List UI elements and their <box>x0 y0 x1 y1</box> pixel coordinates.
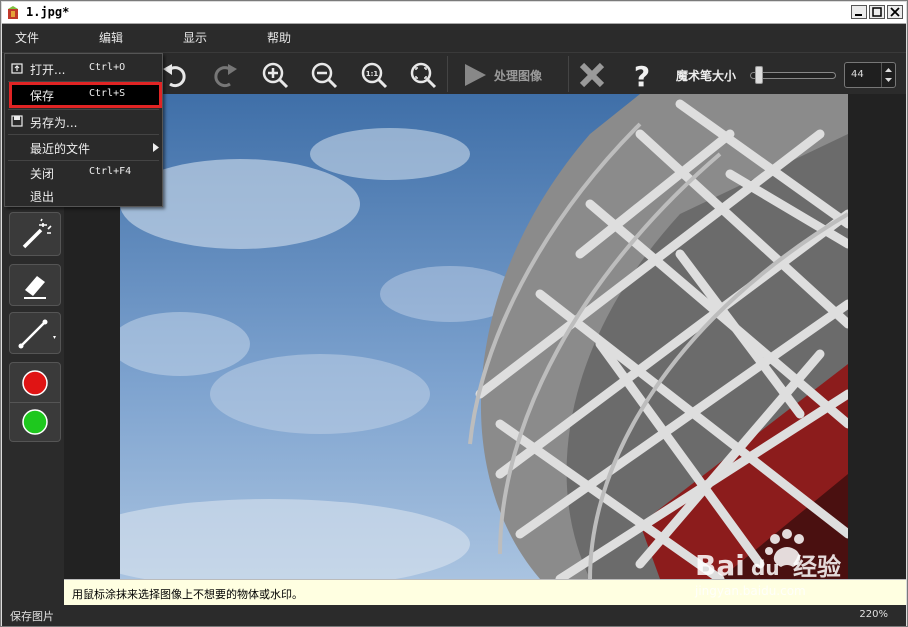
green-marker-icon[interactable] <box>11 404 59 440</box>
menu-view[interactable]: 显示 <box>183 29 207 47</box>
marker-tools <box>9 362 61 442</box>
menu-item-shortcut: Ctrl+O <box>89 62 126 73</box>
magic-wand-icon <box>22 218 52 249</box>
app-icon <box>8 6 18 19</box>
menu-item-label: 关闭 <box>30 167 55 181</box>
menu-item-shortcut: Ctrl+F4 <box>89 166 132 177</box>
maximize-button[interactable] <box>869 5 885 19</box>
maximize-icon <box>872 7 882 17</box>
svg-text:jingyan.baidu.com: jingyan.baidu.com <box>694 584 806 598</box>
close-icon <box>890 7 900 17</box>
zoom-level: 220% <box>859 609 888 620</box>
eraser-tool[interactable] <box>9 264 61 306</box>
redo-icon[interactable] <box>210 60 240 90</box>
fit-screen-icon[interactable] <box>408 60 438 90</box>
play-icon[interactable] <box>460 60 490 90</box>
open-icon <box>11 63 23 74</box>
menu-file[interactable]: 文件 <box>15 29 39 47</box>
help-icon[interactable]: ? <box>627 60 657 90</box>
svg-text:?: ? <box>634 60 650 90</box>
undo-icon[interactable] <box>160 60 190 90</box>
menu-item-exit[interactable]: 退出 <box>5 183 162 207</box>
toolbar-separator <box>447 56 448 92</box>
window-title: 1.jpg* <box>26 5 70 19</box>
svg-text:1:1: 1:1 <box>366 70 379 78</box>
menu-item-label: 另存为... <box>30 116 78 130</box>
magic-wand-tool[interactable] <box>9 212 61 256</box>
svg-text:经验: 经验 <box>793 553 841 581</box>
file-menu-dropdown: 打开... Ctrl+O 保存 Ctrl+S 另存为... 最近的文件 关闭 C… <box>4 53 163 207</box>
menu-item-label: 保存 <box>30 89 55 103</box>
brush-size-spinbox[interactable]: 44 <box>844 62 896 88</box>
cancel-icon[interactable] <box>577 60 607 90</box>
spin-up-down-icon <box>885 68 892 82</box>
menu-item-label: 退出 <box>30 190 55 204</box>
menu-item-label: 最近的文件 <box>30 142 91 156</box>
svg-text:du: du <box>751 556 780 580</box>
process-image-button[interactable]: 处理图像 <box>494 67 542 84</box>
menu-item-save[interactable]: 保存 Ctrl+S <box>5 82 162 106</box>
image-canvas[interactable] <box>64 94 906 579</box>
submenu-arrow-icon <box>153 143 159 152</box>
brush-size-slider[interactable] <box>750 72 836 79</box>
line-icon <box>18 319 56 349</box>
red-marker-icon[interactable] <box>11 365 59 401</box>
status-message: 保存图片 <box>10 610 54 623</box>
menu-item-save-as[interactable]: 另存为... <box>5 109 162 133</box>
menu-bar: 文件 编辑 显示 帮助 <box>2 24 906 52</box>
brush-size-value: 44 <box>851 69 864 80</box>
menu-item-open[interactable]: 打开... Ctrl+O <box>5 56 162 80</box>
menu-item-shortcut: Ctrl+S <box>89 88 126 99</box>
status-bar: 保存图片 220% <box>2 605 906 626</box>
menu-item-recent-files[interactable]: 最近的文件 <box>5 135 162 159</box>
actual-size-icon[interactable]: 1:1 <box>359 60 389 90</box>
title-bar: 1.jpg* <box>2 2 906 24</box>
spin-arrows[interactable] <box>881 63 895 87</box>
brush-size-slider-thumb[interactable] <box>754 66 763 84</box>
menu-help[interactable]: 帮助 <box>267 29 291 47</box>
close-button[interactable] <box>887 5 903 19</box>
baidu-watermark-logo: Bai du 经验 jingyan.baidu.com <box>694 529 841 598</box>
photo-stadium[interactable] <box>120 94 848 579</box>
save-as-icon <box>11 115 23 127</box>
menu-item-close[interactable]: 关闭 Ctrl+F4 <box>5 160 162 184</box>
eraser-icon <box>24 276 46 299</box>
zoom-in-icon[interactable] <box>260 60 290 90</box>
toolbar-separator <box>568 56 569 92</box>
minimize-button[interactable] <box>851 5 867 19</box>
line-tool[interactable] <box>9 312 61 354</box>
hint-text: 用鼠标涂抹来选择图像上不想要的物体或水印。 <box>72 588 303 601</box>
brush-size-label: 魔术笔大小 <box>676 69 737 83</box>
menu-edit[interactable]: 编辑 <box>99 29 123 47</box>
minimize-icon <box>855 14 862 16</box>
svg-text:Bai: Bai <box>695 549 745 582</box>
app-window: 1.jpg* 文件 编辑 显示 帮助 1:1 处理图像 ? 魔术笔大小 44 用… <box>0 0 908 627</box>
menu-item-label: 打开... <box>30 63 66 77</box>
zoom-out-icon[interactable] <box>309 60 339 90</box>
